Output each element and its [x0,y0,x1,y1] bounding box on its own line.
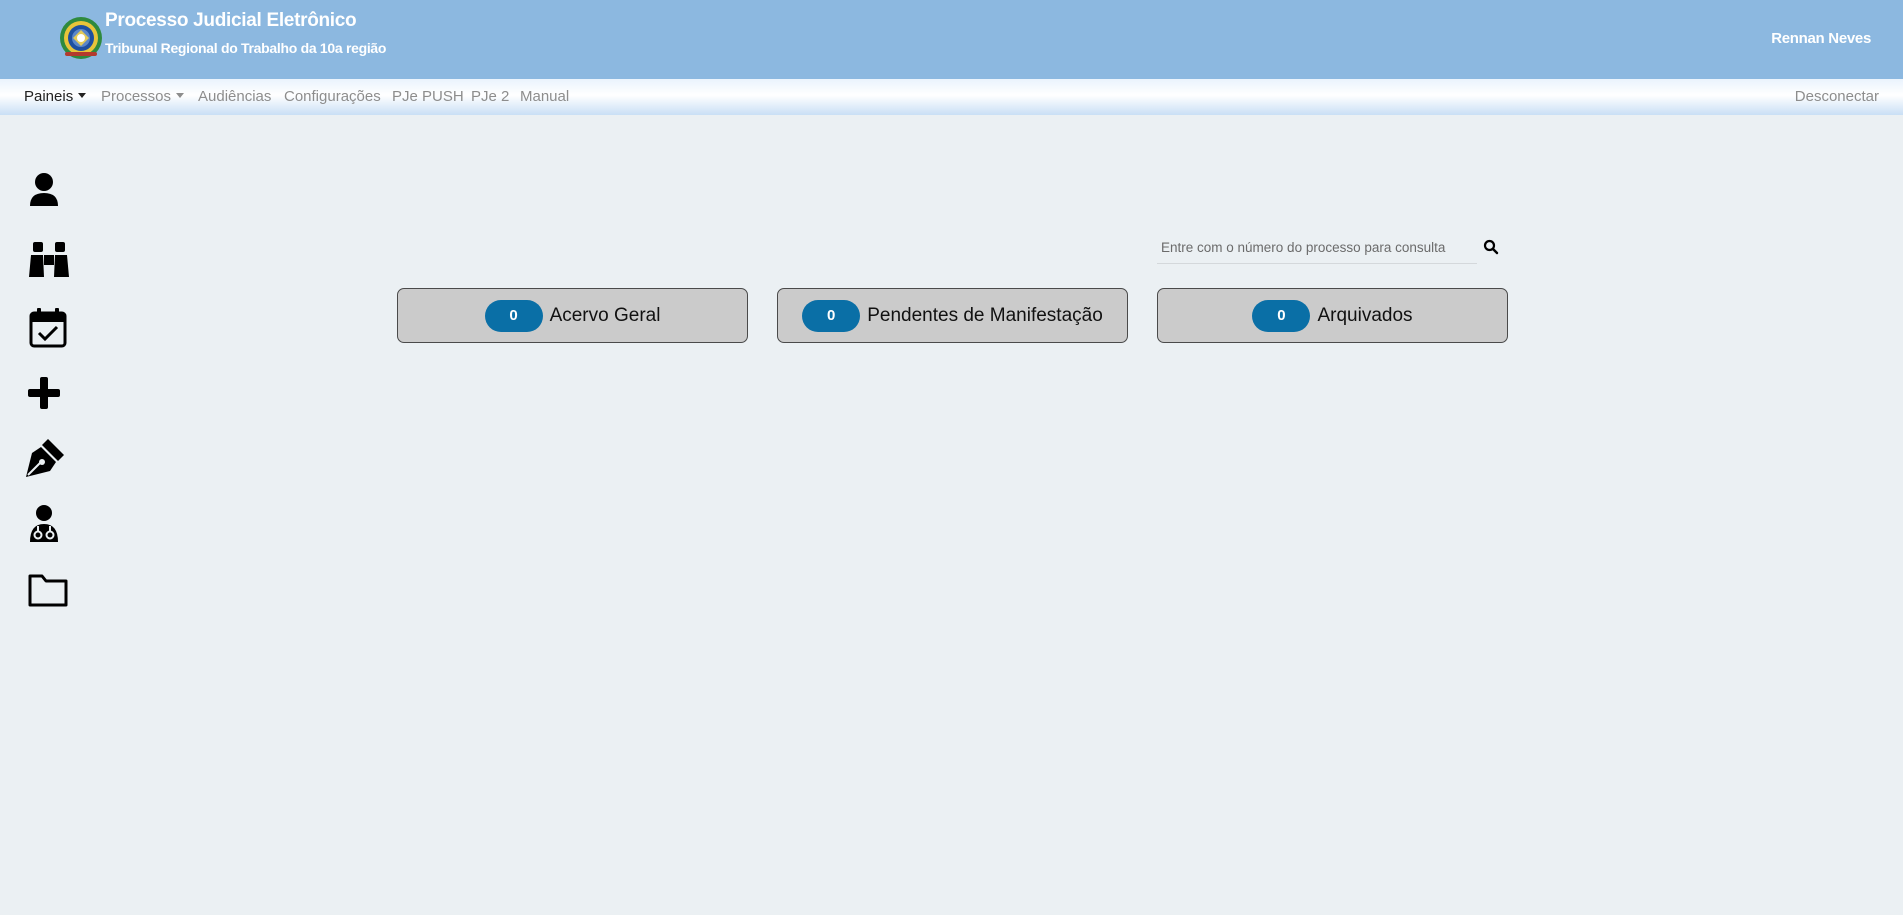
folder-icon[interactable] [26,568,70,612]
calendar-check-icon[interactable] [26,305,70,349]
nav-item-paineis[interactable]: Paineis [24,88,87,105]
nav-item-pje-push[interactable]: PJe PUSH [392,88,464,105]
card-pendentes-manifestacao[interactable]: 0 Pendentes de Manifestação [777,288,1128,343]
caret-down-icon [176,93,185,98]
nav-item-configuracoes[interactable]: Configurações [284,88,381,105]
app-header: Processo Judicial Eletrônico Tribunal Re… [0,0,1903,79]
search-icon[interactable] [1483,239,1499,255]
count-badge: 0 [484,299,543,332]
card-label: Acervo Geral [549,304,661,326]
logout-link[interactable]: Desconectar [1795,88,1879,105]
nav-item-processos[interactable]: Processos [101,88,185,105]
nav-item-pje-2[interactable]: PJe 2 [471,88,509,105]
count-badge: 0 [1252,299,1311,332]
card-acervo-geral[interactable]: 0 Acervo Geral [397,288,748,343]
pen-nib-icon[interactable] [22,435,66,479]
nav-item-manual[interactable]: Manual [520,88,569,105]
process-search-input[interactable] [1157,232,1477,264]
count-badge: 0 [802,299,861,332]
card-label: Arquivados [1317,304,1413,326]
nav-item-label: Processos [101,88,172,105]
nav-item-audiencias[interactable]: Audiências [198,88,271,105]
app-subtitle: Tribunal Regional do Trabalho da 10a reg… [105,40,387,56]
main-navbar: Paineis Processos Audiências Configuraçõ… [0,79,1903,115]
card-label: Pendentes de Manifestação [867,304,1103,326]
caret-down-icon [78,93,87,98]
user-name[interactable]: Rennan Neves [1771,30,1871,47]
user-icon[interactable] [22,168,66,212]
binoculars-icon[interactable] [27,237,71,281]
card-arquivados[interactable]: 0 Arquivados [1157,288,1508,343]
brasil-coat-of-arms-icon [60,17,102,59]
user-doctor-icon[interactable] [22,502,66,546]
nav-item-label: Paineis [24,88,74,105]
app-title: Processo Judicial Eletrônico [105,10,357,31]
plus-icon[interactable] [22,371,66,415]
